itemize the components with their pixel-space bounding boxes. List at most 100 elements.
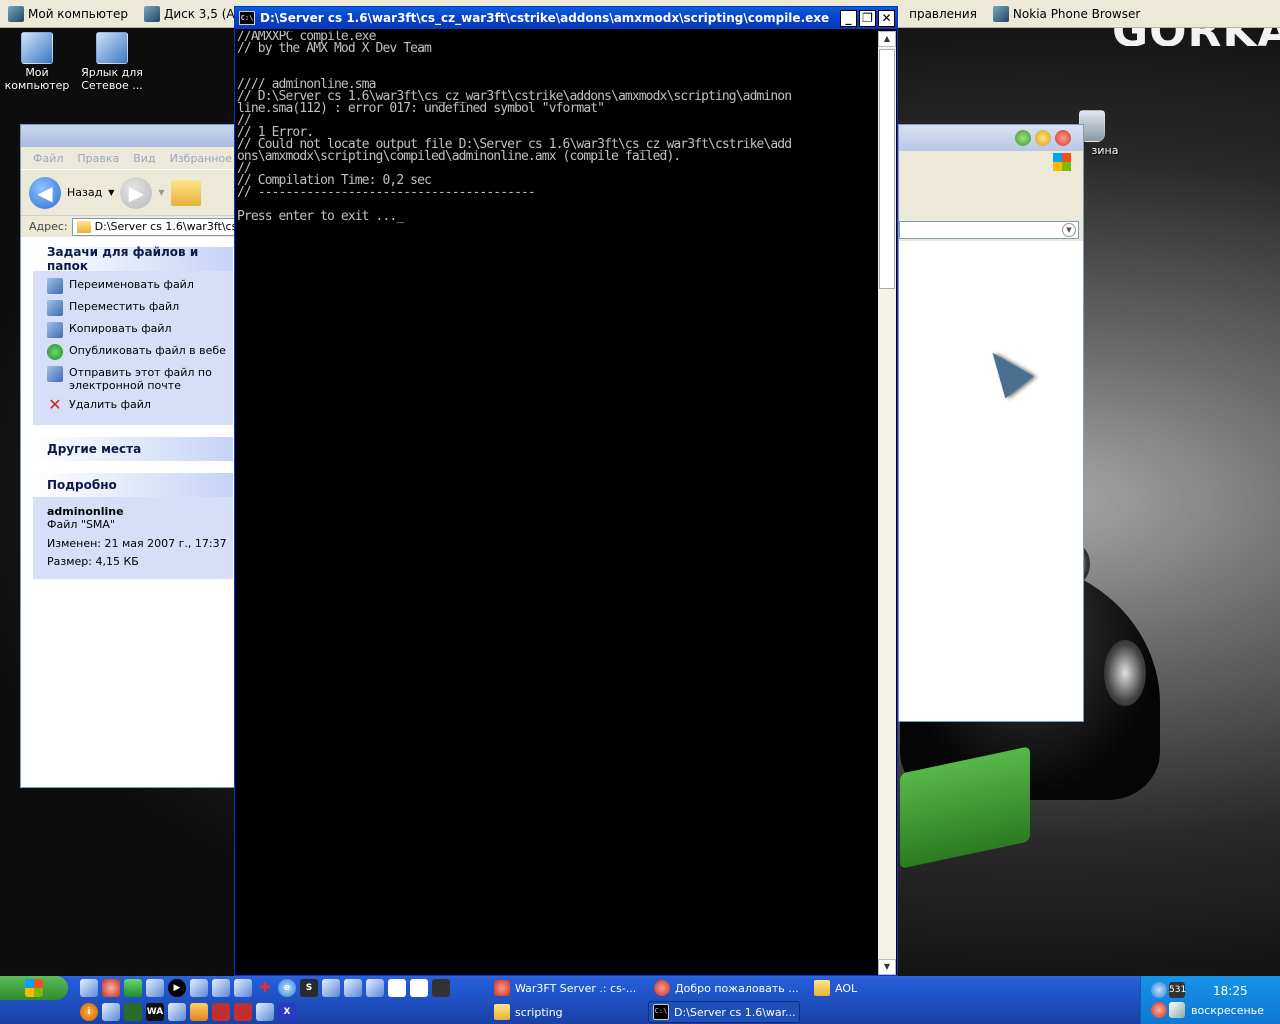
background-window[interactable]: ▼ [898,124,1084,722]
explorer-toolbar: ◀ Назад ▼ ▶ ▼ [21,169,235,215]
console-titlebar[interactable]: C:\ D:\Server cs 1.6\war3ft\cs_cz_war3ft… [235,7,897,29]
tray-badge[interactable]: 531 [1169,982,1186,998]
quick-launch-icon[interactable]: ✚ [256,979,274,997]
publish-web-icon [47,344,63,360]
console-output[interactable]: //AMXXPC compile.exe // by the AMX Mod X… [237,31,879,975]
quick-launch-icon[interactable] [366,979,384,997]
forward-icon[interactable]: ▶ [120,176,153,209]
menu-view[interactable]: Вид [133,152,155,165]
topbar-item-my-computer[interactable]: Мой компьютер [0,0,136,28]
chevron-down-icon[interactable]: ▼ [108,188,114,197]
task-rename[interactable]: Переименовать файл [47,275,233,297]
copy-icon [47,322,63,338]
taskbar-button-scripting[interactable]: scripting [490,1001,640,1023]
maximize-icon[interactable] [1035,130,1051,146]
console-window[interactable]: C:\ D:\Server cs 1.6\war3ft\cs_cz_war3ft… [234,6,898,976]
menu-edit[interactable]: Правка [77,152,119,165]
topbar-item-nokia[interactable]: Nokia Phone Browser [985,0,1148,28]
quick-launch-icon[interactable]: S [300,979,318,997]
start-button[interactable] [0,976,68,1000]
console-title: D:\Server cs 1.6\war3ft\cs_cz_war3ft\cst… [260,11,830,25]
address-input[interactable]: ▼ [899,221,1079,239]
menu-favorites[interactable]: Избранное [170,152,232,165]
quick-launch-icon[interactable] [168,1003,186,1021]
quick-launch-icon[interactable]: X [278,1003,296,1021]
delete-icon: ✕ [48,395,62,414]
task-move[interactable]: Переместить файл [47,297,233,319]
quick-launch-icon[interactable] [190,979,208,997]
minimize-button[interactable]: _ [840,9,857,27]
opera-icon[interactable] [102,979,120,997]
media-player-icon[interactable]: ▶ [168,979,186,997]
task-email[interactable]: Отправить этот файл по электронной почте [47,363,233,395]
file-tasks-header[interactable]: Задачи для файлов и папок [33,245,233,273]
address-input[interactable]: D:\Server cs 1.6\war3ft\cs_c [71,217,235,236]
explorer-titlebar[interactable] [21,125,235,147]
quick-launch-icon[interactable] [212,1003,230,1021]
folders-icon[interactable] [170,179,201,206]
day-of-week: воскресенье [1191,1004,1264,1017]
scroll-down-icon[interactable]: ▼ [878,959,896,975]
quick-launch-icon[interactable] [212,979,230,997]
scrollbar-thumb[interactable] [879,49,895,289]
taskbar-button-aol[interactable]: AOL [810,977,960,999]
quick-launch-icon[interactable] [146,979,164,997]
taskbar-button-welcome[interactable]: Добро пожаловать ... [650,977,800,999]
details-header[interactable]: Подробно [33,473,233,497]
quick-launch-icon[interactable]: i [80,1003,98,1021]
quick-launch-icon[interactable] [124,979,142,997]
document-icon[interactable] [410,979,428,997]
desktop-icon-network-shortcut[interactable]: Ярлык для Сетевое ... [74,32,150,92]
back-icon[interactable]: ◀ [29,176,61,209]
other-places-panel: Другие места [33,437,233,461]
clock[interactable]: 18:25 [1213,984,1248,998]
file-tasks-list: Переименовать файл Переместить файл Копи… [33,271,233,425]
windows-flag-icon [1053,153,1071,171]
console-scrollbar[interactable]: ▲ ▼ [878,31,896,975]
quick-launch-icon[interactable] [190,1003,208,1021]
network-tray-icon[interactable] [1151,982,1167,998]
quick-launch-icon[interactable] [124,1003,142,1021]
quick-launch-icon[interactable] [256,1003,274,1021]
quick-launch-icon[interactable] [388,979,406,997]
chevron-down-icon[interactable]: ▼ [1062,223,1076,237]
pen-tray-icon[interactable] [1169,1002,1185,1018]
scroll-up-icon[interactable]: ▲ [878,31,896,47]
taskbar: ▶ ✚ e S i WA X War3FT Server .: cs-... Д… [0,976,1280,1024]
ie-icon[interactable]: e [278,979,296,997]
minimize-icon[interactable] [1015,130,1031,146]
close-icon[interactable] [1055,130,1071,146]
background-window-menubar [899,151,1083,173]
folder-icon [814,980,830,996]
menu-file[interactable]: Файл [33,152,63,165]
background-window-address: ▼ [899,219,1083,241]
taskbar-button-war3ft[interactable]: War3FT Server .: cs-... [490,977,640,999]
task-publish-web[interactable]: Опубликовать файл в вебе [47,341,233,363]
back-button-label[interactable]: Назад [67,186,102,199]
restore-button[interactable]: ❐ [859,9,876,27]
cmd-icon: C:\ [239,11,255,25]
chevron-down-icon[interactable]: ▼ [158,188,164,197]
background-window-titlebar[interactable] [899,125,1083,151]
quick-launch-icon[interactable] [234,979,252,997]
close-button[interactable]: ✕ [878,9,895,27]
quick-launch-icon[interactable] [80,979,98,997]
quick-launch-icon[interactable] [234,1003,252,1021]
quick-launch-icon[interactable] [322,979,340,997]
quick-launch-icon[interactable] [102,1003,120,1021]
task-copy[interactable]: Копировать файл [47,319,233,341]
computer-icon [8,5,24,22]
other-places-header[interactable]: Другие места [33,437,233,461]
tray-icon[interactable] [1151,1002,1167,1018]
explorer-window[interactable]: Файл Правка Вид Избранное ◀ Назад ▼ ▶ ▼ … [20,124,236,788]
taskbar-button-console[interactable]: C:\ D:\Server cs 1.6\war... [648,1001,800,1023]
topbar-item-control[interactable]: правления [901,0,985,28]
task-delete[interactable]: ✕ Удалить файл [47,395,233,417]
winamp-icon[interactable]: WA [146,1003,164,1021]
quick-launch-icon[interactable] [344,979,362,997]
details-modified: Изменен: 21 мая 2007 г., 17:37 [47,537,227,550]
quick-launch-icon[interactable] [432,979,450,997]
move-icon [47,300,63,316]
desktop-icon-my-computer[interactable]: Мой компьютер [0,32,74,92]
details-body: adminonline Файл "SMA" Изменен: 21 мая 2… [33,497,233,579]
